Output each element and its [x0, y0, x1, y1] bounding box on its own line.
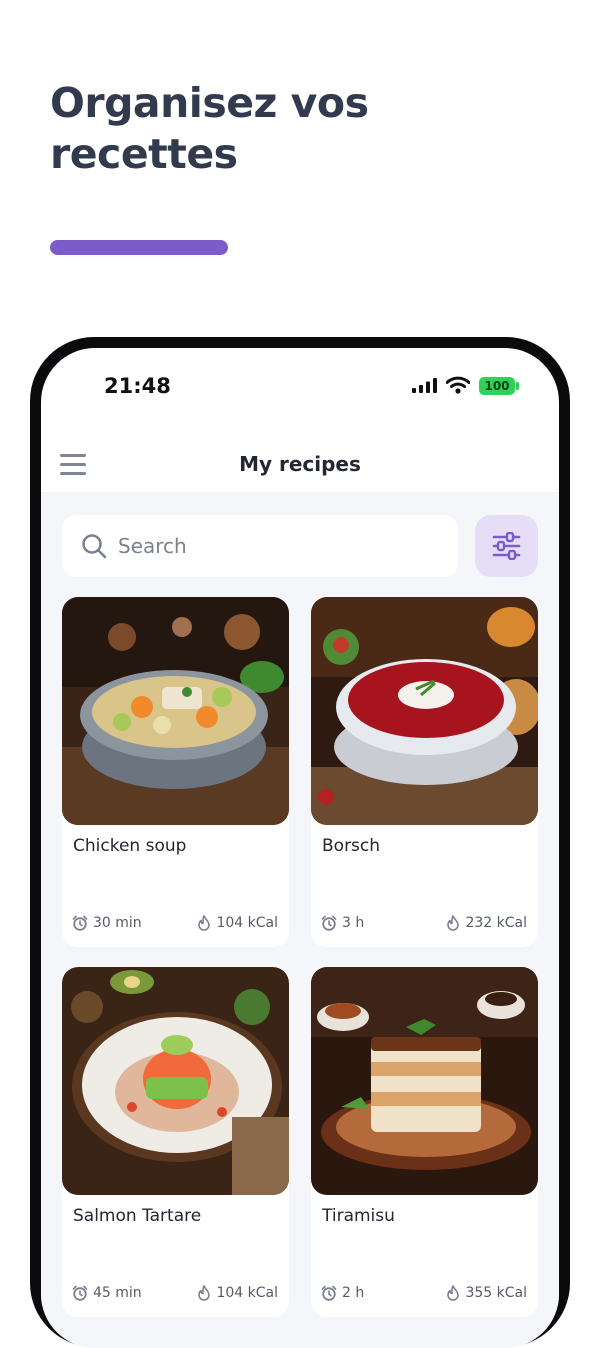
recipe-image-salmon-tartare: [62, 967, 289, 1195]
recipe-time-value: 3 h: [342, 915, 365, 931]
recipe-title: Chicken soup: [73, 836, 187, 856]
recipe-time-value: 2 h: [342, 1285, 365, 1301]
signal-icon: [412, 378, 437, 393]
recipe-time: 2 h: [321, 1285, 364, 1301]
phone-frame: 21:48 100 My recipes Search Chicken soup…: [30, 337, 570, 1348]
sliders-icon: [492, 532, 521, 560]
recipe-time-value: 30 min: [93, 915, 142, 931]
recipe-kcal: 232 kCal: [446, 915, 527, 931]
recipe-time-value: 45 min: [93, 1285, 142, 1301]
fire-icon: [447, 915, 460, 931]
recipe-time: 3 h: [321, 915, 364, 931]
search-input[interactable]: [118, 527, 438, 565]
status-time: 21:48: [104, 374, 171, 398]
fire-icon: [447, 1285, 460, 1301]
search-bar[interactable]: [62, 515, 458, 577]
recipe-kcal-value: 104 kCal: [216, 915, 278, 931]
headline-line-2: recettes: [50, 130, 238, 178]
recipes-content: Chicken soup 30 min 104 kCal: [41, 492, 559, 1348]
recipe-kcal: 355 kCal: [446, 1285, 527, 1301]
battery-cap: [516, 382, 519, 390]
alarm-clock-icon: [321, 915, 337, 931]
recipe-card-tiramisu[interactable]: Tiramisu 2 h 355 kCal: [311, 967, 538, 1317]
recipe-card-borsch[interactable]: Borsch 3 h 232 kCal: [311, 597, 538, 947]
recipe-kcal: 104 kCal: [197, 1285, 278, 1301]
recipe-title: Salmon Tartare: [73, 1206, 202, 1226]
recipe-kcal: 104 kCal: [197, 915, 278, 931]
search-icon: [82, 534, 107, 559]
filter-button[interactable]: [475, 515, 538, 577]
battery-indicator: 100: [479, 377, 515, 395]
alarm-clock-icon: [321, 1285, 337, 1301]
recipe-time: 30 min: [72, 915, 142, 931]
recipe-title: Tiramisu: [322, 1206, 395, 1226]
alarm-clock-icon: [72, 1285, 88, 1301]
accent-bar: [50, 240, 228, 255]
fire-icon: [198, 915, 211, 931]
fire-icon: [198, 1285, 211, 1301]
recipe-time: 45 min: [72, 1285, 142, 1301]
recipe-kcal-value: 104 kCal: [216, 1285, 278, 1301]
recipe-image-tiramisu: [311, 967, 538, 1195]
phone-screen: 21:48 100 My recipes Search Chicken soup…: [41, 348, 559, 1348]
recipe-kcal-value: 355 kCal: [465, 1285, 527, 1301]
status-bar: 21:48 100: [41, 348, 559, 428]
recipe-card-salmon-tartare[interactable]: Salmon Tartare 45 min 104 kCal: [62, 967, 289, 1317]
headline: Organisez vos recettes: [50, 78, 369, 180]
recipe-kcal-value: 232 kCal: [465, 915, 527, 931]
recipe-title: Borsch: [322, 836, 381, 856]
alarm-clock-icon: [72, 915, 88, 931]
recipe-image-chicken-soup: [62, 597, 289, 825]
headline-line-1: Organisez vos: [50, 79, 369, 127]
wifi-icon: [446, 376, 470, 394]
recipe-card-chicken-soup[interactable]: Chicken soup 30 min 104 kCal: [62, 597, 289, 947]
recipe-image-borsch: [311, 597, 538, 825]
page-title: My recipes: [239, 452, 361, 476]
